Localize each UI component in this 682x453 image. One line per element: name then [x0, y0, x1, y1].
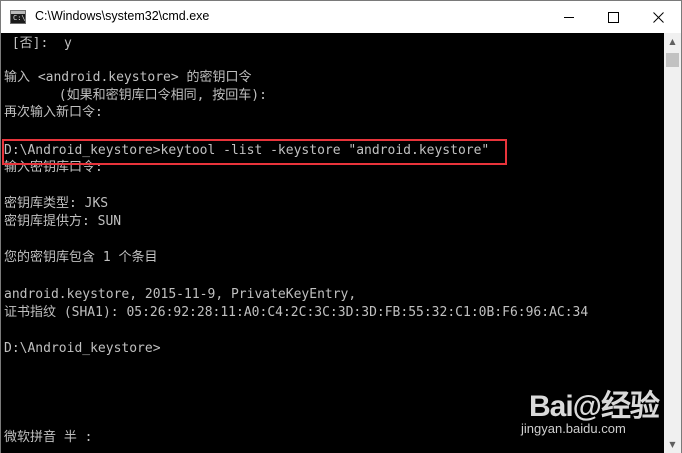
close-icon	[653, 11, 664, 23]
command-highlight	[2, 139, 507, 165]
minimize-icon	[563, 16, 574, 18]
cmd-icon: C:\	[10, 10, 26, 24]
console-line: [否]: y	[4, 36, 72, 51]
console-line: 密钥库类型: JKS	[4, 196, 109, 211]
chevron-down-icon: ▼	[669, 440, 676, 449]
cmd-window: C:\ C:\Windows\system32\cmd.exe [否]: y 输…	[0, 0, 682, 453]
close-button[interactable]	[636, 1, 681, 33]
watermark-logo: Bai@经验	[529, 390, 660, 423]
watermark-url: jingyan.baidu.com	[521, 421, 626, 436]
baidu-watermark: Bai@经验 jingyan.baidu.com	[521, 381, 661, 439]
ime-status: 微软拼音 半 :	[4, 430, 93, 445]
scroll-up-button[interactable]: ▲	[664, 33, 681, 50]
console-line: android.keystore, 2015-11-9, PrivateKeyE…	[4, 287, 357, 302]
scroll-down-button[interactable]: ▼	[664, 436, 681, 453]
console-line: 再次输入新口令:	[4, 105, 103, 120]
maximize-icon	[608, 11, 619, 23]
window-title: C:\Windows\system32\cmd.exe	[35, 9, 210, 23]
console-line: 您的密钥库包含 1 个条目	[4, 250, 158, 265]
prompt-line: D:\Android_keystore>	[4, 341, 161, 356]
title-bar[interactable]: C:\ C:\Windows\system32\cmd.exe	[1, 1, 681, 34]
console-line: 证书指纹 (SHA1): 05:26:92:28:11:A0:C4:2C:3C:…	[4, 305, 589, 320]
chevron-up-icon: ▲	[669, 37, 676, 46]
console-line: 密钥库提供方: SUN	[4, 214, 122, 229]
scroll-thumb[interactable]	[666, 53, 679, 67]
maximize-button[interactable]	[591, 1, 636, 33]
minimize-button[interactable]	[546, 1, 591, 33]
console-line: (如果和密钥库口令相同, 按回车):	[4, 88, 267, 103]
console-line: 输入 <android.keystore> 的密钥口令	[4, 70, 252, 85]
vertical-scrollbar[interactable]: ▲ ▼	[664, 33, 681, 453]
